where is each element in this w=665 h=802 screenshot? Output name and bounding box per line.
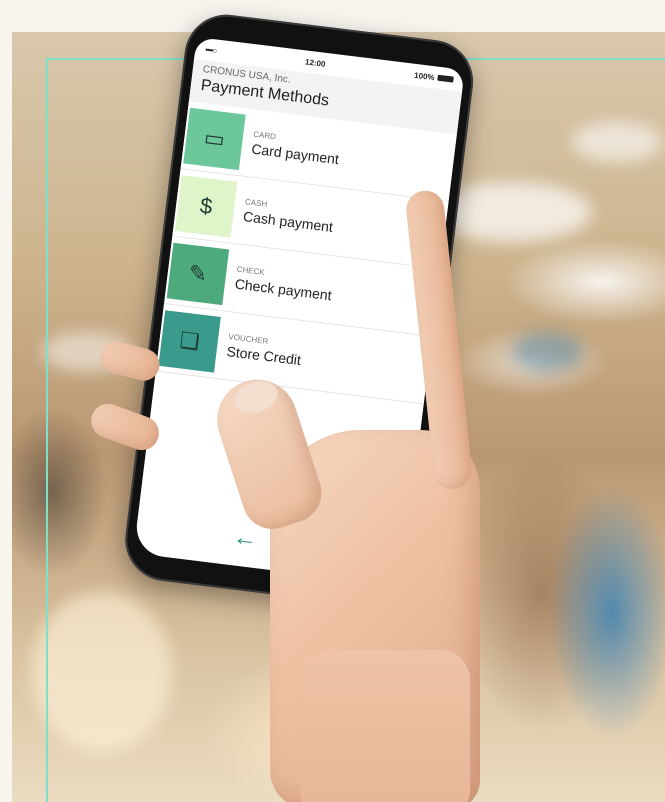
status-time: 12:00 [304, 56, 327, 69]
hand-wrist [300, 650, 470, 802]
voucher-icon: ❏ [158, 309, 221, 373]
signal-indicator: ••••○ [204, 44, 217, 55]
battery-indicator: 100% [414, 70, 454, 84]
back-arrow-icon[interactable]: ← [232, 523, 259, 554]
battery-icon [437, 75, 454, 83]
credit-card-icon: ▭ [183, 107, 246, 170]
photo-stage: ••••○ 12:00 100% CRONUS USA, Inc. Paymen… [0, 0, 665, 802]
battery-percent: 100% [413, 70, 436, 82]
check-document-icon: ✎ [166, 242, 230, 305]
banknote-icon: $ [175, 174, 238, 238]
